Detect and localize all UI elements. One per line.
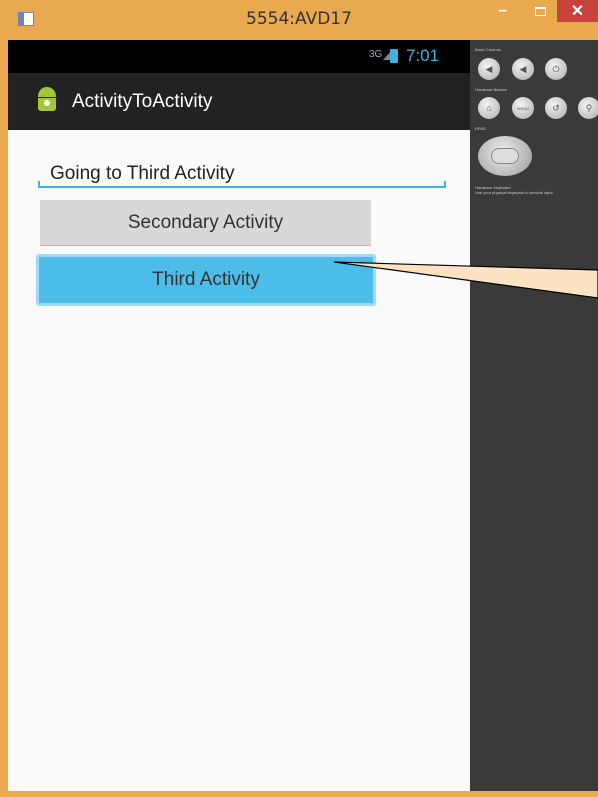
back-button[interactable]: ↺ <box>545 97 567 119</box>
search-button[interactable]: ⚲ <box>578 97 598 119</box>
android-app-icon <box>36 87 58 113</box>
edit-text-value: Going to Third Activity <box>50 163 235 184</box>
keyboard-hint: Use your physical keyboard to provide in… <box>475 190 553 195</box>
edit-text-underline <box>38 181 446 188</box>
status-bar: 3G 7:01 <box>8 40 470 73</box>
maximize-icon <box>534 6 546 16</box>
home-icon: ⌂ <box>486 103 492 113</box>
maximize-button[interactable] <box>524 0 556 22</box>
action-bar-title: ActivityToActivity <box>72 91 213 112</box>
activity-content: Going to Third Activity Secondary Activi… <box>8 130 470 791</box>
volume-down-button[interactable]: ◀ <box>478 58 500 80</box>
basic-controls-label: Basic Controls <box>475 47 501 52</box>
emulator-controls-panel: Basic Controls ◀ ◀ ⏻ Hardware Buttons ⌂ … <box>470 40 598 791</box>
window-frame-bottom <box>0 791 598 797</box>
hardware-buttons-label: Hardware Buttons <box>475 87 508 92</box>
minimize-button[interactable]: – <box>486 0 520 22</box>
power-button[interactable]: ⏻ <box>545 58 567 80</box>
menu-button[interactable]: MENU <box>512 97 534 119</box>
search-icon: ⚲ <box>585 102 593 113</box>
third-activity-button[interactable]: Third Activity <box>36 254 376 306</box>
close-button[interactable]: ✕ <box>557 0 598 22</box>
volume-up-button[interactable]: ◀ <box>512 58 534 80</box>
dpad-label: DPAD <box>475 126 486 131</box>
window-frame-left <box>0 40 8 797</box>
menu-label: MENU <box>517 105 529 111</box>
network-type: 3G <box>369 49 383 60</box>
status-time: 7:01 <box>406 46 440 65</box>
home-button[interactable]: ⌂ <box>478 97 500 119</box>
back-icon: ↺ <box>552 102 560 113</box>
secondary-activity-button[interactable]: Secondary Activity <box>40 200 371 246</box>
dpad-control[interactable] <box>478 136 532 176</box>
window-titlebar[interactable]: 5554:AVD17 – ✕ <box>0 0 598 40</box>
device-screen: 3G 7:01 ActivityToActivity Going to Thir… <box>8 40 470 791</box>
volume-up-icon: ◀ <box>519 63 527 74</box>
power-icon: ⏻ <box>552 63 560 74</box>
dpad-center-button[interactable] <box>491 148 519 164</box>
message-edit-text[interactable]: Going to Third Activity <box>38 152 446 188</box>
action-bar: ActivityToActivity <box>8 73 470 130</box>
battery-icon <box>390 49 398 63</box>
volume-down-icon: ◀ <box>485 63 493 74</box>
